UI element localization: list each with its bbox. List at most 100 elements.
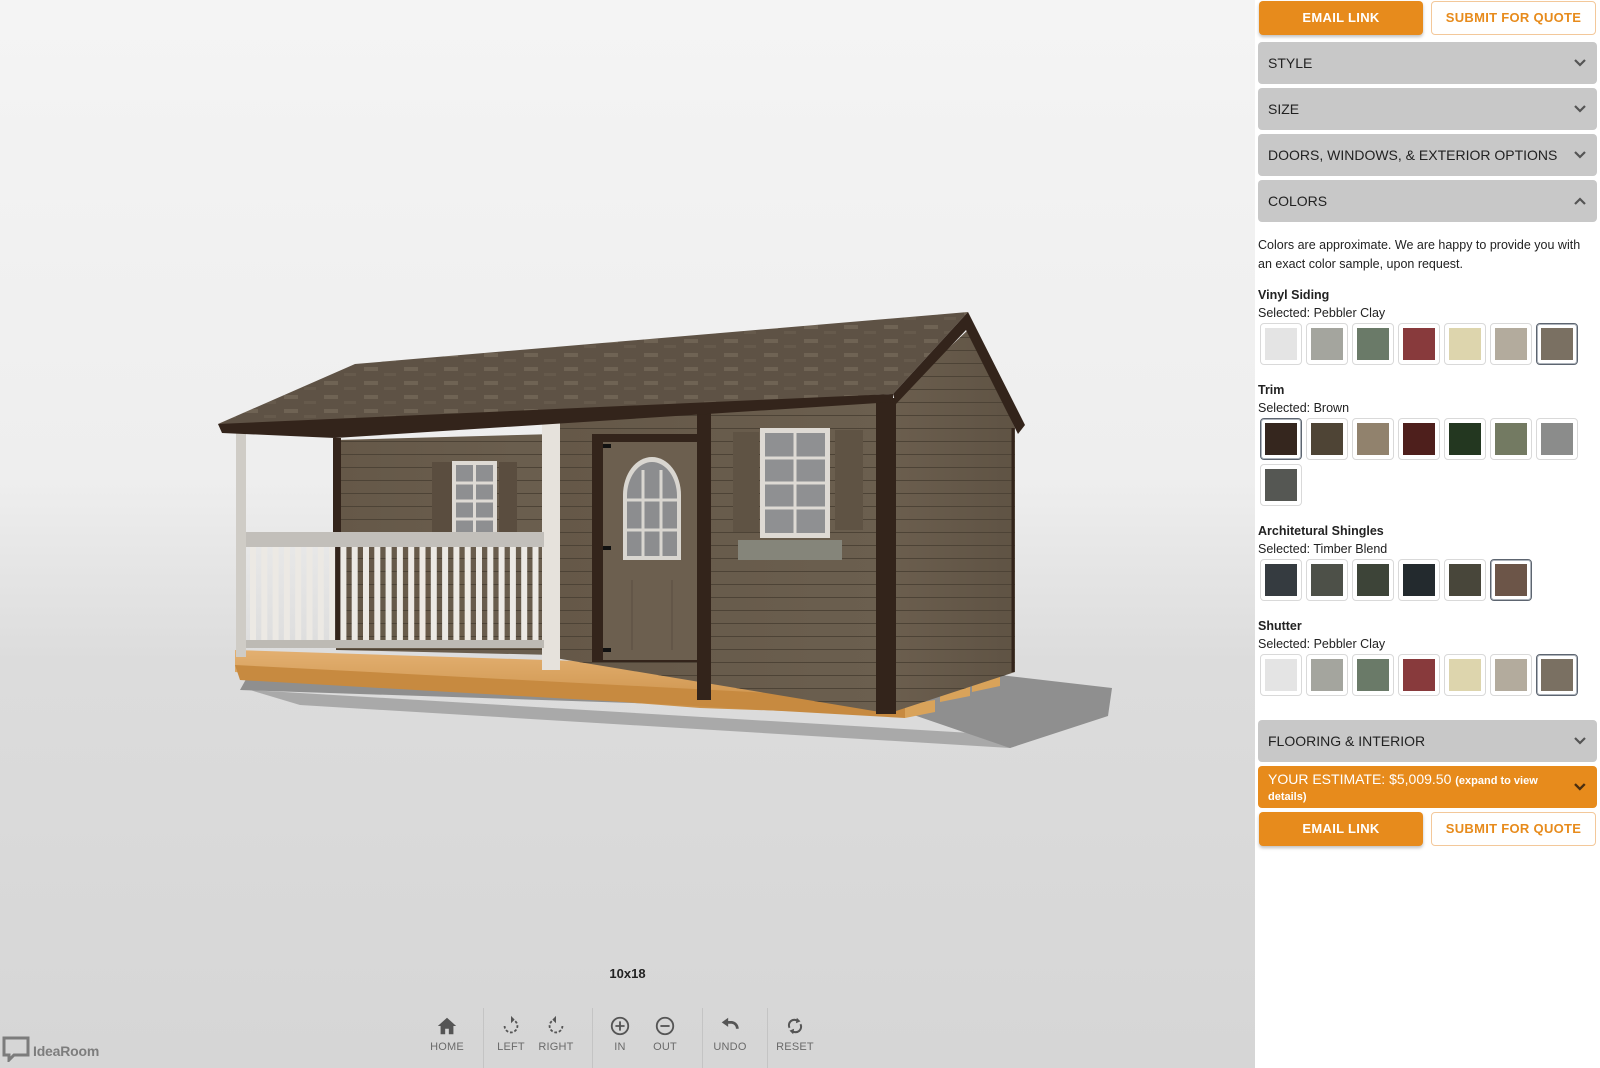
railing-baluster: [476, 547, 482, 640]
swatch-color: [1311, 328, 1343, 360]
color-swatch[interactable]: [1536, 654, 1578, 696]
color-swatch[interactable]: [1490, 559, 1532, 601]
color-swatch[interactable]: [1306, 323, 1348, 365]
color-group-selected: Selected: Timber Blend: [1258, 542, 1388, 556]
color-swatch[interactable]: [1444, 559, 1486, 601]
swatch-color: [1449, 564, 1481, 596]
color-swatch[interactable]: [1398, 654, 1440, 696]
swatch-color: [1357, 659, 1389, 691]
railing-baluster: [283, 547, 290, 640]
color-swatch[interactable]: [1490, 323, 1532, 365]
color-swatch[interactable]: [1536, 418, 1578, 460]
submit-quote-button[interactable]: SUBMIT FOR QUOTE: [1431, 1, 1596, 35]
color-swatch[interactable]: [1444, 654, 1486, 696]
accordion-colors[interactable]: COLORS: [1258, 180, 1597, 222]
reset-icon: [772, 1005, 818, 1037]
railing-baluster: [385, 547, 392, 640]
reset-button[interactable]: RESET: [772, 1005, 818, 1068]
chevron-down-icon: [1574, 783, 1586, 791]
color-swatch[interactable]: [1352, 418, 1394, 460]
color-swatch[interactable]: [1306, 654, 1348, 696]
color-swatch[interactable]: [1260, 464, 1302, 506]
railing-baluster: [340, 547, 347, 640]
color-swatch[interactable]: [1444, 323, 1486, 365]
chevron-down-icon: [1574, 59, 1586, 67]
color-group-selected: Selected: Pebbler Clay: [1258, 637, 1386, 651]
toolbar-divider: [702, 1008, 703, 1068]
color-swatch[interactable]: [1398, 323, 1440, 365]
color-swatch[interactable]: [1260, 559, 1302, 601]
home-button[interactable]: HOME: [424, 1005, 470, 1068]
color-swatch[interactable]: [1352, 654, 1394, 696]
color-swatch[interactable]: [1306, 559, 1348, 601]
accordion-size[interactable]: SIZE: [1258, 88, 1597, 130]
accordion-doors-windows[interactable]: DOORS, WINDOWS, & EXTERIOR OPTIONS: [1258, 134, 1597, 176]
color-swatch[interactable]: [1260, 654, 1302, 696]
swatch-color: [1357, 564, 1389, 596]
swatch-color: [1265, 423, 1297, 455]
color-swatch[interactable]: [1398, 559, 1440, 601]
estimate-total: YOUR ESTIMATE: $5,009.50: [1268, 771, 1452, 787]
railing-baluster: [430, 547, 437, 640]
zoom-in-button[interactable]: IN: [597, 1005, 643, 1068]
swatch-color: [1541, 328, 1573, 360]
corner-trim: [876, 398, 896, 714]
rotate-left-button[interactable]: LEFT: [488, 1005, 534, 1068]
color-group-selected: Selected: Pebbler Clay: [1258, 306, 1386, 320]
swatch-color: [1495, 423, 1527, 455]
accordion-style[interactable]: STYLE: [1258, 42, 1597, 84]
color-swatch[interactable]: [1352, 323, 1394, 365]
shutter: [835, 430, 863, 530]
swatch-color: [1541, 659, 1573, 691]
color-swatch[interactable]: [1260, 323, 1302, 365]
swatch-color: [1449, 423, 1481, 455]
email-link-button[interactable]: EMAIL LINK: [1259, 1, 1423, 35]
color-swatch[interactable]: [1490, 418, 1532, 460]
door-hinge: [603, 546, 611, 550]
swatch-list: [1260, 418, 1600, 510]
swatch-color: [1449, 328, 1481, 360]
swatch-color: [1311, 659, 1343, 691]
zoom-out-icon: [642, 1005, 688, 1037]
color-swatch[interactable]: [1398, 418, 1440, 460]
color-swatch[interactable]: [1490, 654, 1532, 696]
swatch-color: [1403, 423, 1435, 455]
rotate-right-button[interactable]: RIGHT: [533, 1005, 579, 1068]
chevron-down-icon: [1574, 105, 1586, 113]
submit-quote-button[interactable]: SUBMIT FOR QUOTE: [1431, 812, 1596, 846]
color-group: Trim Selected: Brown: [1258, 383, 1597, 510]
accordion-flooring-interior[interactable]: FLOORING & INTERIOR: [1258, 720, 1597, 762]
color-group: Vinyl Siding Selected: Pebbler Clay: [1258, 288, 1597, 369]
railing-baluster: [317, 547, 324, 640]
color-swatch[interactable]: [1306, 418, 1348, 460]
railing-baluster: [487, 547, 494, 640]
railing-baluster: [261, 547, 268, 640]
email-link-button[interactable]: EMAIL LINK: [1259, 812, 1423, 846]
color-group-title: Trim: [1258, 383, 1285, 397]
swatch-list: [1260, 654, 1600, 700]
swatch-list: [1260, 559, 1600, 605]
colors-note: Colors are approximate. We are happy to …: [1258, 238, 1581, 271]
color-swatch[interactable]: [1260, 418, 1302, 460]
swatch-color: [1403, 328, 1435, 360]
colors-panel: Colors are approximate. We are happy to …: [1258, 222, 1597, 700]
color-swatch[interactable]: [1352, 559, 1394, 601]
railing-baluster: [374, 547, 381, 640]
rotate-right-icon: [533, 1005, 579, 1037]
swatch-color: [1495, 659, 1527, 691]
estimate-bar[interactable]: YOUR ESTIMATE: $5,009.50 (expand to view…: [1258, 766, 1597, 808]
color-swatch[interactable]: [1444, 418, 1486, 460]
door-hinge: [603, 444, 611, 448]
swatch-color: [1357, 423, 1389, 455]
zoom-in-icon: [597, 1005, 643, 1037]
3d-viewport[interactable]: 10x18 HOME LEFT RIGHT IN OUT UNDO RESET …: [0, 0, 1255, 1068]
shutter: [733, 432, 759, 532]
swatch-color: [1311, 423, 1343, 455]
porch-post: [542, 418, 560, 670]
swatch-color: [1265, 564, 1297, 596]
color-swatch[interactable]: [1536, 323, 1578, 365]
zoom-out-button[interactable]: OUT: [642, 1005, 688, 1068]
undo-button[interactable]: UNDO: [707, 1005, 753, 1068]
shed-3d-model[interactable]: [0, 0, 1255, 1068]
railing-baluster: [363, 547, 369, 640]
